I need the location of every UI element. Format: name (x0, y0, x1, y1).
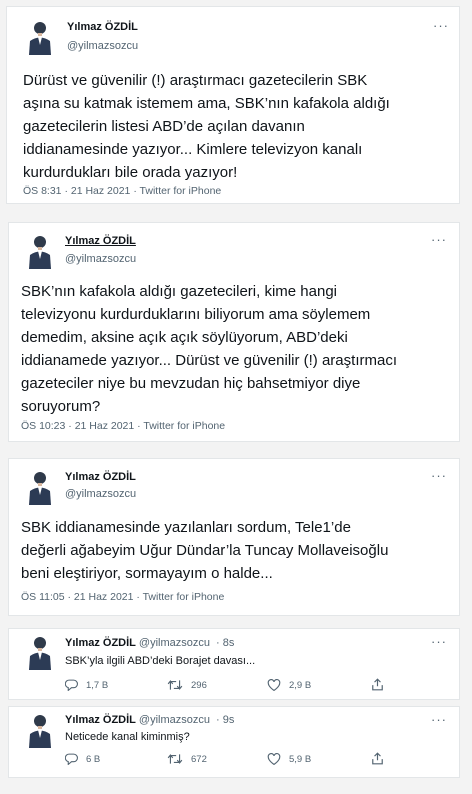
like-action[interactable]: 5,9 B (267, 753, 311, 765)
like-action[interactable]: 2,9 B (267, 679, 311, 691)
avatar[interactable] (27, 233, 53, 269)
tweet-card-1[interactable]: Yılmaz ÖZDİL @yilmazsozcu ··· Dürüst ve … (6, 6, 460, 204)
more-dots-icon[interactable]: ··· (431, 713, 447, 726)
reply-count: 1,7 B (86, 679, 109, 691)
share-action[interactable] (371, 752, 392, 765)
reply-action[interactable]: 1,7 B (65, 679, 108, 691)
author-handle[interactable]: @yilmazsozcu (65, 488, 136, 500)
reply-time[interactable]: · 9s (216, 714, 234, 726)
more-dots-icon[interactable]: ··· (431, 233, 447, 246)
tweet-timestamp[interactable]: ÖS 8:31 · 21 Haz 2021 · Twitter for iPho… (23, 185, 221, 197)
reply-header: Yılmaz ÖZDİL @yilmazsozcu · 8s (65, 637, 234, 649)
reply-icon[interactable] (65, 753, 78, 765)
tweet-line: soruyorum? (21, 398, 101, 415)
author-name[interactable]: Yılmaz ÖZDİL (65, 471, 136, 483)
more-dots-icon[interactable]: ··· (433, 19, 449, 32)
reply-card-1[interactable]: Yılmaz ÖZDİL @yilmazsozcu · 8s ··· SBK’yl… (8, 628, 460, 700)
reply-text: SBK’yla ilgili ABD’deki Borajet davası..… (65, 655, 256, 667)
avatar[interactable] (27, 469, 53, 505)
tweet-card-2[interactable]: Yılmaz ÖZDİL @yilmazsozcu ··· SBK’nın ka… (8, 222, 460, 442)
retweet-action[interactable]: 672 (167, 753, 207, 765)
like-count: 5,9 B (289, 753, 312, 765)
author-handle[interactable]: @yilmazsozcu (139, 714, 210, 726)
author-handle[interactable]: @yilmazsozcu (139, 637, 210, 649)
share-icon[interactable] (371, 752, 384, 765)
retweet-count: 672 (191, 753, 207, 765)
retweet-action[interactable]: 296 (167, 679, 207, 691)
reply-text: Neticede kanal kiminmiş? (65, 731, 190, 743)
tweet-text: SBK’nın kafakola aldığı gazetecileri, ki… (21, 280, 397, 418)
tweet-line: gazetecilerin listesi ABD’de açılan dava… (23, 118, 305, 135)
author-name[interactable]: Yılmaz ÖZDİL (67, 21, 138, 33)
share-action[interactable] (371, 678, 392, 691)
retweet-icon[interactable] (167, 753, 183, 765)
avatar[interactable] (27, 634, 53, 670)
tweet-timestamp[interactable]: ÖS 11:05 · 21 Haz 2021 · Twitter for iPh… (21, 591, 224, 603)
author-handle[interactable]: @yilmazsozcu (67, 40, 138, 52)
retweet-icon[interactable] (167, 679, 183, 691)
tweet-timestamp[interactable]: ÖS 10:23 · 21 Haz 2021 · Twitter for iPh… (21, 420, 225, 432)
reply-header: Yılmaz ÖZDİL @yilmazsozcu · 9s (65, 714, 234, 726)
tweet-line: aşına su katmak istemem ama, SBK’nın kaf… (23, 95, 390, 112)
tweet-line: değerli ağabeyim Uğur Dündar’la Tuncay M… (21, 542, 389, 559)
tweet-line: iddianamesinde yazıyor... Kimlere televi… (23, 141, 363, 158)
tweet-line: iddianamede yazıyor... Dürüst ve güvenil… (21, 352, 397, 369)
more-dots-icon[interactable]: ··· (431, 635, 447, 648)
tweet-line: gazeteciler niye bu mevzudan hiç bahsetm… (21, 375, 361, 392)
tweet-line: Dürüst ve güvenilir (!) araştırmacı gaze… (23, 72, 368, 89)
more-dots-icon[interactable]: ··· (431, 469, 447, 482)
reply-icon[interactable] (65, 679, 78, 691)
avatar[interactable] (27, 19, 53, 55)
reply-count: 6 B (86, 753, 101, 765)
like-count: 2,9 B (289, 679, 312, 691)
tweet-line: beni eleştiriyor, sormayayım o halde... (21, 565, 273, 582)
retweet-count: 296 (191, 679, 207, 691)
tweet-text: Dürüst ve güvenilir (!) araştırmacı gaze… (23, 69, 390, 184)
avatar[interactable] (27, 712, 53, 748)
author-name[interactable]: Yılmaz ÖZDİL (65, 714, 136, 726)
reply-card-2[interactable]: Yılmaz ÖZDİL @yilmazsozcu · 9s ··· Netice… (8, 706, 460, 778)
tweet-line: kurdurdukları bile orada yazıyor! (23, 164, 238, 181)
tweet-text: SBK iddianamesinde yazılanları sordum, T… (21, 516, 388, 585)
reply-time[interactable]: · 8s (216, 637, 234, 649)
tweet-line: SBK’nın kafakola aldığı gazetecileri, ki… (21, 283, 338, 300)
author-name[interactable]: Yılmaz ÖZDİL (65, 637, 136, 649)
tweet-line: SBK iddianamesinde yazılanları sordum, T… (21, 519, 351, 536)
author-name[interactable]: Yılmaz ÖZDİL (65, 235, 136, 247)
heart-icon[interactable] (267, 679, 281, 691)
tweet-line: televizyonu kurdurduklarını biliyorum am… (21, 306, 371, 323)
author-handle[interactable]: @yilmazsozcu (65, 253, 136, 265)
tweet-line: demedim, aksine açık açık söylüyorum, AB… (21, 329, 348, 346)
reply-action[interactable]: 6 B (65, 753, 100, 765)
heart-icon[interactable] (267, 753, 281, 765)
tweet-card-3[interactable]: Yılmaz ÖZDİL @yilmazsozcu ··· SBK iddian… (8, 458, 460, 616)
share-icon[interactable] (371, 678, 384, 691)
